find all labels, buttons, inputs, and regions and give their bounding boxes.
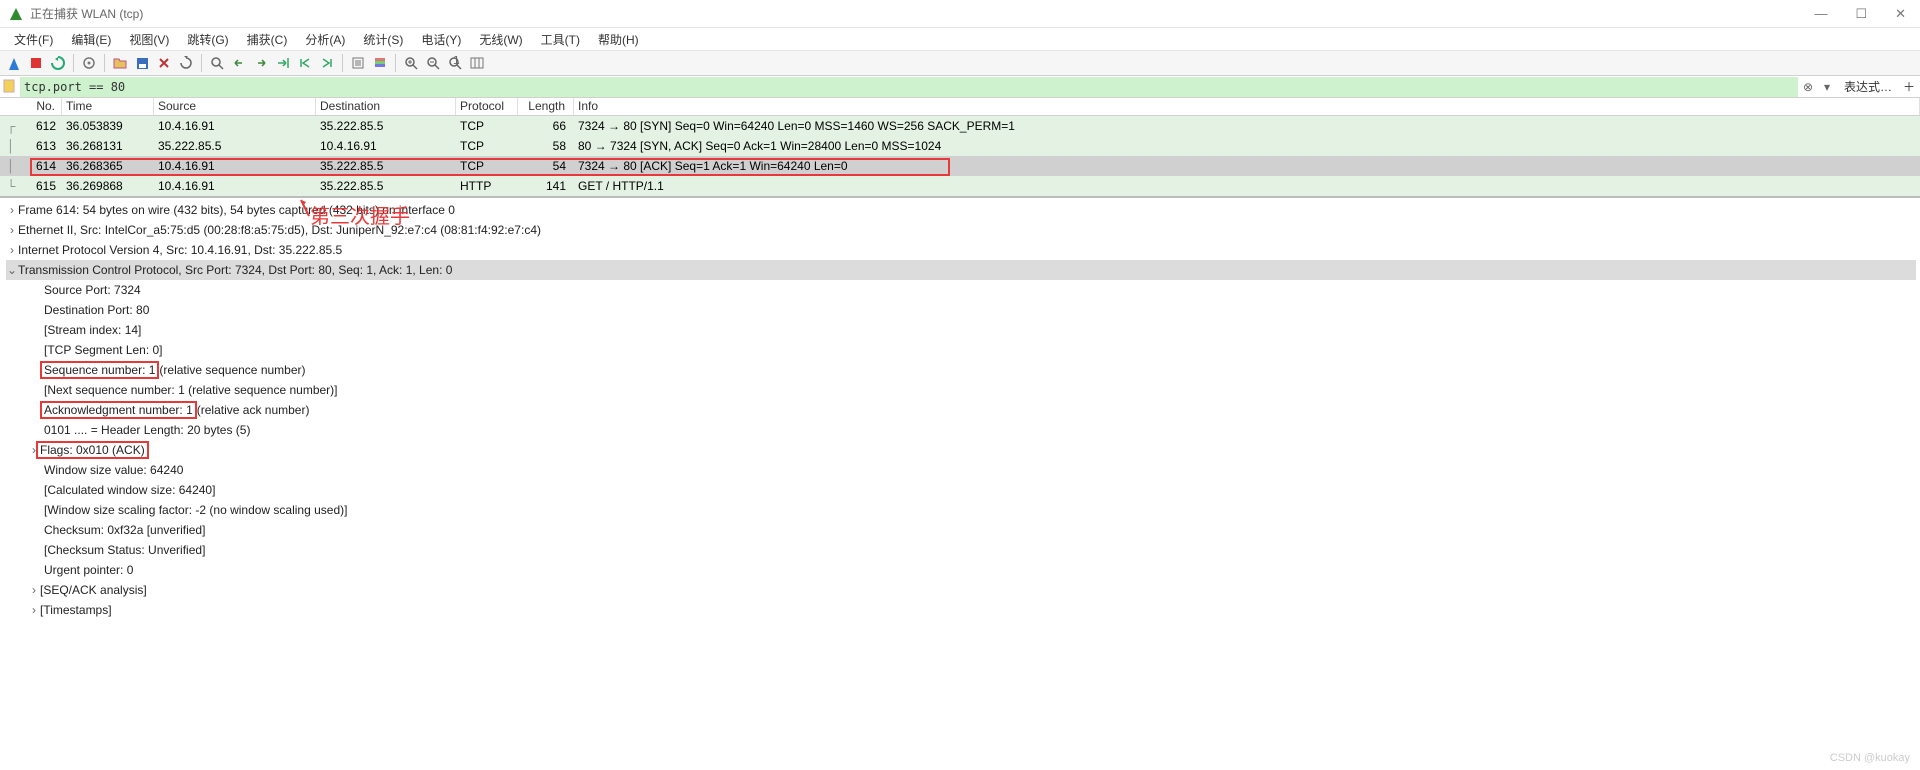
menu-statistics[interactable]: 统计(S) — [355, 29, 411, 50]
find-icon[interactable] — [207, 53, 227, 73]
menu-capture[interactable]: 捕获(C) — [239, 29, 296, 50]
expand-icon[interactable]: › — [28, 583, 40, 597]
detail-src-port[interactable]: Source Port: 7324 — [44, 280, 1916, 300]
col-source[interactable]: Source — [154, 98, 316, 115]
col-time[interactable]: Time — [62, 98, 154, 115]
window-controls: — ☐ ✕ — [1814, 6, 1912, 22]
detail-frame[interactable]: ›Frame 614: 54 bytes on wire (432 bits),… — [6, 200, 1916, 220]
detail-ip[interactable]: ›Internet Protocol Version 4, Src: 10.4.… — [6, 240, 1916, 260]
expand-icon[interactable]: › — [6, 223, 18, 237]
filter-expression-label[interactable]: 表达式… — [1836, 78, 1900, 95]
menubar: 文件(F) 编辑(E) 视图(V) 跳转(G) 捕获(C) 分析(A) 统计(S… — [0, 28, 1920, 50]
titlebar: 正在捕获 WLAN (tcp) — ☐ ✕ — [0, 0, 1920, 28]
stop-capture-icon[interactable] — [26, 53, 46, 73]
menu-edit[interactable]: 编辑(E) — [63, 29, 119, 50]
col-no[interactable]: No. — [0, 98, 62, 115]
prev-icon[interactable] — [229, 53, 249, 73]
next-icon[interactable] — [251, 53, 271, 73]
detail-winscale[interactable]: [Window size scaling factor: -2 (no wind… — [44, 500, 1916, 520]
detail-checksum-status[interactable]: [Checksum Status: Unverified] — [44, 540, 1916, 560]
detail-tcp[interactable]: ⌄Transmission Control Protocol, Src Port… — [6, 260, 1916, 280]
toolbar-separator — [395, 54, 396, 72]
zoom-out-icon[interactable] — [423, 53, 443, 73]
packet-row[interactable]: ┌61236.05383910.4.16.9135.222.85.5TCP667… — [0, 116, 1920, 136]
filter-bar: ⊗ ▾ 表达式… ＋ — [0, 76, 1920, 98]
reload-icon[interactable] — [176, 53, 196, 73]
app-icon — [8, 6, 24, 22]
resize-columns-icon[interactable] — [467, 53, 487, 73]
detail-timestamps[interactable]: ›[Timestamps] — [28, 600, 1916, 620]
filter-add-icon[interactable]: ＋ — [1900, 78, 1918, 95]
col-destination[interactable]: Destination — [316, 98, 456, 115]
detail-stream[interactable]: [Stream index: 14] — [44, 320, 1916, 340]
packet-column-header[interactable]: No. Time Source Destination Protocol Len… — [0, 98, 1920, 116]
menu-analyze[interactable]: 分析(A) — [297, 29, 353, 50]
detail-winsize[interactable]: Window size value: 64240 — [44, 460, 1916, 480]
detail-urgent[interactable]: Urgent pointer: 0 — [44, 560, 1916, 580]
save-icon[interactable] — [132, 53, 152, 73]
expand-icon[interactable]: › — [6, 243, 18, 257]
svg-text:1: 1 — [453, 56, 460, 67]
col-length[interactable]: Length — [518, 98, 574, 115]
start-capture-icon[interactable] — [4, 53, 24, 73]
expand-icon[interactable]: › — [6, 203, 18, 217]
detail-seqack-analysis[interactable]: ›[SEQ/ACK analysis] — [28, 580, 1916, 600]
packet-list-body[interactable]: ┌61236.05383910.4.16.9135.222.85.5TCP667… — [0, 116, 1920, 196]
detail-flags[interactable]: ›Flags: 0x010 (ACK) — [28, 440, 1916, 460]
packet-list-pane: No. Time Source Destination Protocol Len… — [0, 98, 1920, 196]
menu-help[interactable]: 帮助(H) — [590, 29, 647, 50]
watermark: CSDN @kuokay — [1830, 752, 1910, 764]
packet-row[interactable]: │61436.26836510.4.16.9135.222.85.5TCP547… — [0, 156, 1920, 176]
open-icon[interactable] — [110, 53, 130, 73]
restart-capture-icon[interactable] — [48, 53, 68, 73]
zoom-in-icon[interactable] — [401, 53, 421, 73]
menu-file[interactable]: 文件(F) — [6, 29, 61, 50]
annotation-text: 第三次握手 — [310, 200, 410, 229]
detail-ack[interactable]: Acknowledgment number: 1 (relative ack n… — [44, 400, 1916, 420]
packet-row[interactable]: │61336.26813135.222.85.510.4.16.91TCP588… — [0, 136, 1920, 156]
detail-checksum[interactable]: Checksum: 0xf32a [unverified] — [44, 520, 1916, 540]
display-filter-input[interactable] — [20, 77, 1798, 97]
detail-hdrlen[interactable]: 0101 .... = Header Length: 20 bytes (5) — [44, 420, 1916, 440]
toolbar: 1 — [0, 50, 1920, 76]
maximize-button[interactable]: ☐ — [1855, 6, 1867, 22]
menu-goto[interactable]: 跳转(G) — [179, 29, 236, 50]
toolbar-separator — [342, 54, 343, 72]
detail-ethernet[interactable]: ›Ethernet II, Src: IntelCor_a5:75:d5 (00… — [6, 220, 1916, 240]
zoom-reset-icon[interactable]: 1 — [445, 53, 465, 73]
detail-seglen[interactable]: [TCP Segment Len: 0] — [44, 340, 1916, 360]
col-info[interactable]: Info — [574, 98, 1920, 115]
window-title: 正在捕获 WLAN (tcp) — [30, 5, 143, 22]
toolbar-separator — [73, 54, 74, 72]
close-file-icon[interactable] — [154, 53, 174, 73]
autoscroll-icon[interactable] — [348, 53, 368, 73]
detail-nextseq[interactable]: [Next sequence number: 1 (relative seque… — [44, 380, 1916, 400]
filter-bookmark-icon[interactable] — [2, 79, 18, 95]
filter-clear-icon[interactable]: ⊗ — [1798, 80, 1818, 94]
minimize-button[interactable]: — — [1814, 6, 1827, 22]
detail-calcwin[interactable]: [Calculated window size: 64240] — [44, 480, 1916, 500]
col-protocol[interactable]: Protocol — [456, 98, 518, 115]
last-icon[interactable] — [317, 53, 337, 73]
packet-row[interactable]: └61536.26986810.4.16.9135.222.85.5HTTP14… — [0, 176, 1920, 196]
detail-seq[interactable]: Sequence number: 1 (relative sequence nu… — [44, 360, 1916, 380]
menu-telephone[interactable]: 电话(Y) — [413, 29, 469, 50]
menu-wireless[interactable]: 无线(W) — [471, 29, 530, 50]
toolbar-separator — [104, 54, 105, 72]
collapse-icon[interactable]: ⌄ — [6, 263, 18, 277]
packet-details-pane[interactable]: ›Frame 614: 54 bytes on wire (432 bits),… — [0, 196, 1920, 628]
menu-tools[interactable]: 工具(T) — [533, 29, 588, 50]
detail-dst-port[interactable]: Destination Port: 80 — [44, 300, 1916, 320]
close-button[interactable]: ✕ — [1895, 6, 1906, 22]
first-icon[interactable] — [295, 53, 315, 73]
toolbar-separator — [201, 54, 202, 72]
options-icon[interactable] — [79, 53, 99, 73]
goto-icon[interactable] — [273, 53, 293, 73]
colorize-icon[interactable] — [370, 53, 390, 73]
filter-dropdown-icon[interactable]: ▾ — [1818, 80, 1836, 94]
expand-icon[interactable]: › — [28, 603, 40, 617]
menu-view[interactable]: 视图(V) — [121, 29, 177, 50]
